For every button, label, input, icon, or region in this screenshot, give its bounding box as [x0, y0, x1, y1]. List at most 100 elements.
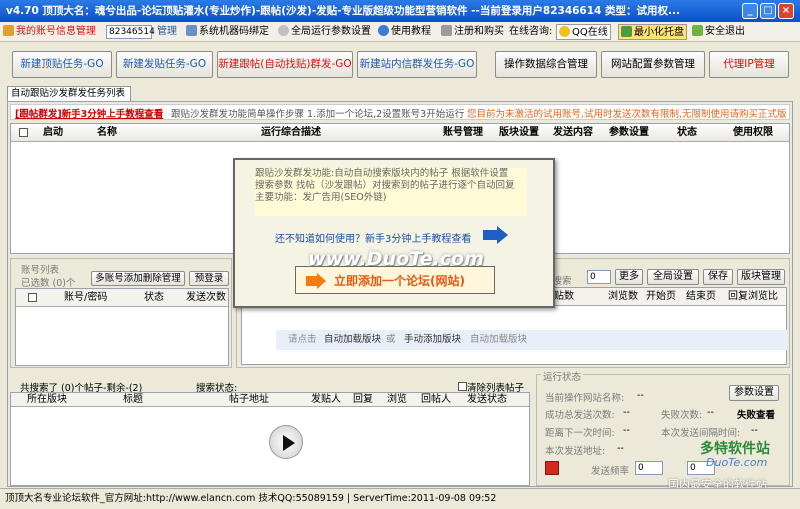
col-views: 浏览数	[608, 291, 638, 302]
minimize-button[interactable]: _	[742, 3, 758, 19]
pre-login-button[interactable]: 预登录	[189, 271, 229, 286]
col-send-status: 发送状态	[467, 394, 507, 405]
checkbox[interactable]	[28, 293, 37, 302]
interval-label: 本次发送间隔时间:	[661, 428, 741, 439]
params-button[interactable]: 参数设置	[729, 385, 779, 401]
new-top-task-button[interactable]: 新建顶贴任务-GO	[12, 51, 112, 78]
current-site-label: 当前操作网站名称:	[545, 393, 625, 404]
current-address-label: 本次发送地址:	[545, 446, 606, 457]
multi-account-button[interactable]: 多账号添加删除管理	[91, 271, 185, 286]
success-count-value: --	[623, 407, 630, 418]
hint-or: 或	[386, 334, 396, 345]
col-replier: 回帖人	[421, 394, 451, 405]
posts-table: 所在版块 标题 帖子地址 发贴人 回复 浏览 回帖人 发送状态	[10, 392, 530, 486]
popup-desc-3: 主要功能：发广告用(SEO外链)	[255, 192, 387, 203]
col-end-page: 结束页	[686, 291, 716, 302]
auto-load-link[interactable]: 自动加载版块	[324, 330, 381, 350]
machine-bind-button[interactable]: 系统机器码绑定	[186, 24, 269, 40]
safe-exit-button[interactable]: 安全退出	[692, 24, 745, 40]
add-forum-button[interactable]: 立即添加一个论坛(网站)	[295, 266, 495, 294]
duote-logo-watermark: 多特软件站 DuoTe.com 国内最安全的软件站	[668, 438, 796, 491]
global-settings-button[interactable]: 全局设置	[647, 269, 699, 285]
col-content: 发送内容	[553, 127, 593, 138]
col-name: 名称	[97, 127, 117, 138]
toolbar: 我的账号信息管理 82346514 管理 系统机器码绑定 全局运行参数设置 使用…	[0, 22, 800, 42]
col-reply-ratio: 回复浏览比	[728, 291, 778, 302]
account-info-link[interactable]: 我的账号信息管理	[3, 24, 96, 40]
task-table-header: 启动 名称 运行综合描述 账号管理 版块设置 发送内容 参数设置 状态 使用权限	[11, 124, 789, 142]
success-count-label: 成功总发送次数:	[545, 410, 615, 421]
lock-icon	[441, 25, 452, 36]
proxy-ip-button[interactable]: 代理IP管理	[709, 51, 789, 78]
col-status: 状态	[677, 127, 697, 138]
checkbox[interactable]	[19, 128, 28, 137]
title-bar: v4.70 顶顶大名：魂兮出品-论坛顶贴灌水(专业炒作)-跟帖(沙发)-发贴-专…	[0, 0, 800, 22]
register-button[interactable]: 注册和购买	[441, 24, 504, 40]
frequency-input-1[interactable]: 0	[635, 461, 663, 475]
tutorial-button[interactable]: 使用教程	[378, 24, 431, 40]
new-pm-task-button[interactable]: 新建站内信群发任务-GO	[357, 51, 477, 78]
new-post-task-button[interactable]: 新建发贴任务-GO	[116, 51, 213, 78]
user-icon	[3, 25, 14, 36]
accounts-title: 账号列表	[21, 265, 60, 276]
col-post-count: 贴数	[554, 291, 574, 302]
fail-count-label: 失败次数:	[661, 410, 703, 421]
popup-desc-1: 跟贴沙发群发功能:自动自动搜索版块内的帖子 根据软件设置	[255, 168, 509, 179]
maximize-button[interactable]: □	[760, 3, 776, 19]
col-account-status: 状态	[144, 292, 164, 303]
col-permission: 使用权限	[733, 127, 773, 138]
col-description: 运行综合描述	[261, 127, 321, 138]
tab-follow-tasks[interactable]: 自动跟贴沙发群发任务列表	[7, 86, 131, 101]
watermark-site: DuoTe.com	[706, 456, 768, 469]
window-title: v4.70 顶顶大名：魂兮出品-论坛顶贴灌水(专业炒作)-跟帖(沙发)-发贴-专…	[6, 5, 680, 17]
col-post-url: 帖子地址	[229, 394, 269, 405]
fail-view-link[interactable]: 失败查看	[737, 407, 775, 421]
col-title: 标题	[123, 394, 143, 405]
board-manage-button[interactable]: 版块管理	[737, 269, 785, 285]
accounts-table: 账号/密码 状态 发送次数	[15, 288, 229, 366]
watermark-brand: 多特软件站	[700, 441, 770, 457]
global-params-button[interactable]: 全局运行参数设置	[278, 24, 371, 40]
col-post-views: 浏览	[387, 394, 407, 405]
col-board: 版块设置	[499, 127, 539, 138]
accounts-header: 账号/密码 状态 发送次数	[16, 289, 228, 307]
checkbox[interactable]	[458, 382, 467, 391]
close-button[interactable]: ×	[778, 3, 794, 19]
gear-icon	[278, 25, 289, 36]
tutorial-link[interactable]: [跟帖群发]新手3分钟上手教程查看	[15, 106, 163, 120]
next-time-label: 距离下一次时间:	[545, 428, 615, 439]
account-field[interactable]: 82346514	[106, 25, 155, 39]
col-replies: 回复	[353, 394, 373, 405]
col-board-name: 所在版块	[27, 394, 67, 405]
site-config-button[interactable]: 网站配置参数管理	[601, 51, 705, 78]
add-forum-label: 立即添加一个论坛(网站)	[334, 274, 465, 288]
save-button[interactable]: 保存	[703, 269, 733, 285]
trial-warning: 您目前为未激活的试用账号,试用时发送次数有限制,无限制使用请购买正式版	[467, 109, 787, 120]
exit-icon	[692, 25, 703, 36]
col-send-count: 发送次数	[186, 292, 226, 303]
popup-desc-box: 跟贴沙发群发功能:自动自动搜索版块内的帖子 根据软件设置 搜索参数 找帖（沙发跟…	[255, 168, 527, 216]
how-to-link[interactable]: 还不知道如何使用？新手3分钟上手教程查看	[275, 230, 471, 245]
hint-click: 请点击	[288, 334, 317, 345]
new-follow-task-button[interactable]: 新建跟帖(自动找贴)群发-GO	[217, 51, 353, 78]
posts-header: 所在版块 标题 帖子地址 发贴人 回复 浏览 回帖人 发送状态	[11, 393, 529, 407]
manage-link[interactable]: 管理	[157, 24, 177, 40]
manual-add-link[interactable]: 手动添加版块	[404, 330, 461, 350]
status-bar: 顶顶大名专业论坛软件_官方网址:http://www.elancn.com 技术…	[0, 488, 800, 509]
big-search-input[interactable]: 0	[587, 270, 611, 284]
next-time-value: --	[623, 425, 630, 436]
more-button[interactable]: 更多	[615, 269, 643, 285]
qq-online-button[interactable]: QQ在线	[556, 24, 611, 40]
col-account-password: 账号/密码	[64, 292, 108, 303]
auto-load-link-2[interactable]: 自动加载版块	[470, 330, 527, 350]
play-button[interactable]	[269, 425, 303, 459]
fail-count-value: --	[707, 407, 714, 418]
interval-value: --	[751, 425, 758, 436]
boards-hint: 请点击 自动加载版块 或 手动添加版块 自动加载版块	[276, 330, 788, 350]
data-manage-button[interactable]: 操作数据综合管理	[495, 51, 597, 78]
stop-button[interactable]	[545, 461, 559, 475]
minimize-tray-button[interactable]: 最小化托盘	[618, 24, 687, 40]
arrow-right-icon	[483, 226, 508, 244]
notice-row: [跟帖群发]新手3分钟上手教程查看 跟贴沙发群发功能简单操作步骤 1.添加一个论…	[10, 104, 790, 120]
current-site-value: --	[637, 390, 644, 401]
